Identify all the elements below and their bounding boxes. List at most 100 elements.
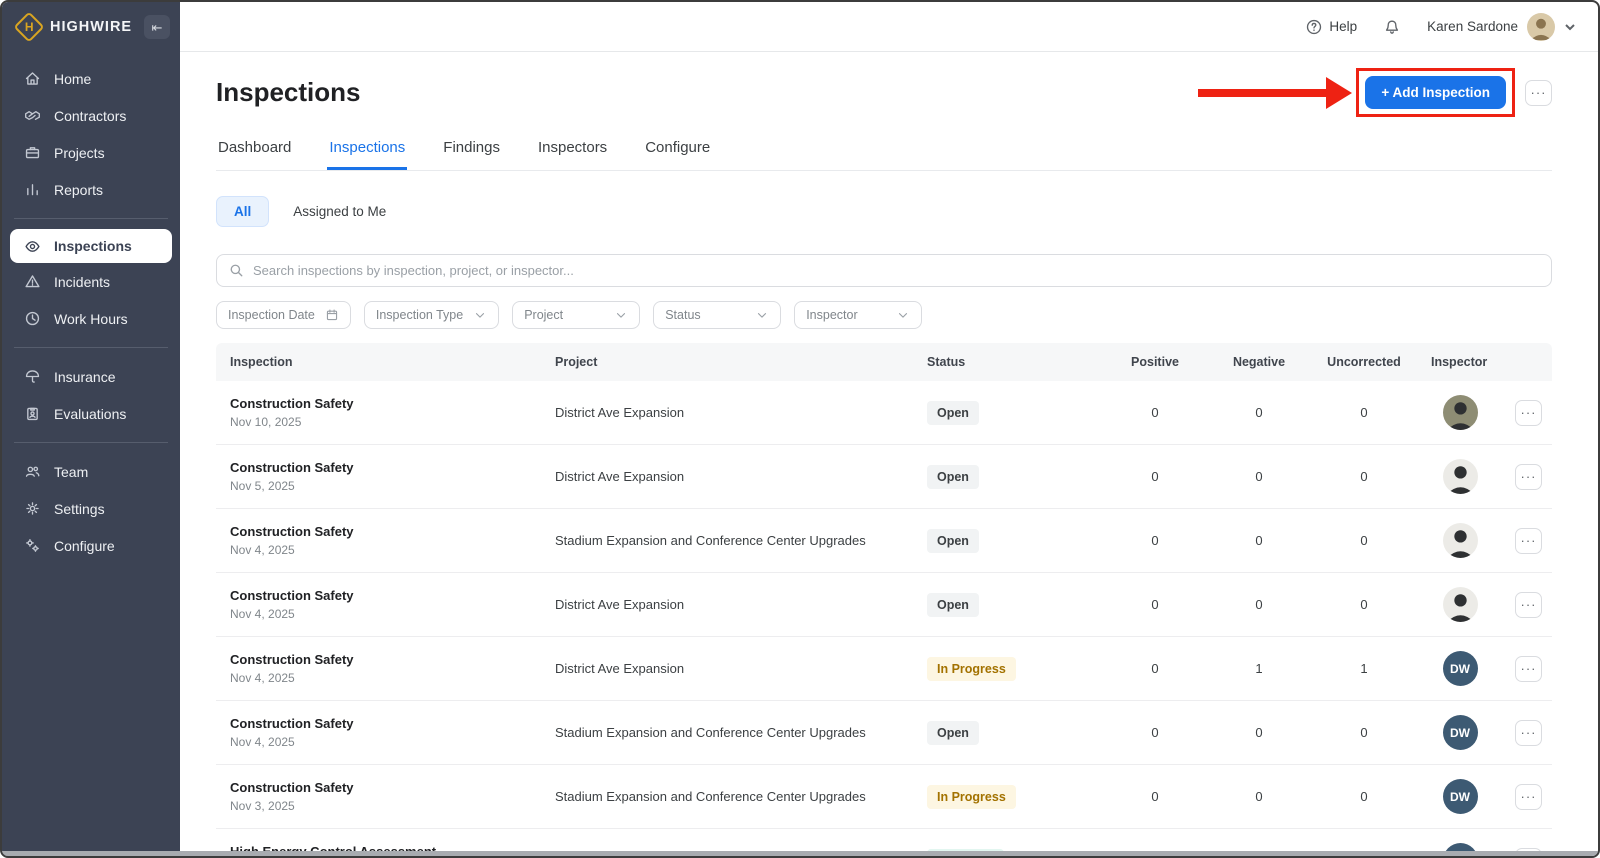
inspection-name[interactable]: Construction Safety	[230, 524, 541, 539]
negative-count: 0	[1207, 405, 1311, 420]
table-row[interactable]: Construction Safety Nov 10, 2025 Distric…	[216, 381, 1552, 445]
sidebar-item-incidents[interactable]: Incidents	[2, 263, 180, 300]
project-name: District Ave Expansion	[541, 597, 913, 612]
sidebar-item-label: Insurance	[54, 369, 115, 385]
page-more-button[interactable]: ···	[1525, 80, 1552, 106]
sidebar-item-team[interactable]: Team	[2, 453, 180, 490]
negative-count: 0	[1207, 725, 1311, 740]
uncorrected-count: 1	[1311, 853, 1417, 856]
positive-count: 0	[1103, 725, 1207, 740]
row-more-button[interactable]: ···	[1515, 592, 1542, 618]
filter-inspection-date[interactable]: Inspection Date	[216, 301, 351, 329]
inspections-table: Inspection Project Status Positive Negat…	[216, 343, 1552, 856]
tab-inspectors[interactable]: Inspectors	[536, 131, 609, 170]
inspection-name[interactable]: Construction Safety	[230, 460, 541, 475]
team-icon	[24, 463, 41, 480]
sidebar-item-insurance[interactable]: Insurance	[2, 358, 180, 395]
sidebar-item-contractors[interactable]: Contractors	[2, 97, 180, 134]
inspector-avatar	[1443, 459, 1478, 494]
help-link[interactable]: Help	[1305, 18, 1357, 36]
inspection-date: Nov 4, 2025	[230, 735, 541, 749]
sidebar-nav: Home Contractors Projects Reports Inspec…	[2, 52, 180, 564]
table-row[interactable]: High Energy Control Assessment Nov 3, 20…	[216, 829, 1552, 856]
sidebar-item-configure[interactable]: Configure	[2, 527, 180, 564]
filter-project[interactable]: Project	[512, 301, 640, 329]
user-menu[interactable]: Karen Sardone	[1427, 13, 1576, 41]
sidebar-item-home[interactable]: Home	[2, 60, 180, 97]
inspection-name[interactable]: Construction Safety	[230, 780, 541, 795]
handshake-icon	[24, 107, 41, 124]
status-badge: Open	[927, 529, 979, 553]
sidebar-item-label: Home	[54, 71, 91, 87]
row-more-button[interactable]: ···	[1515, 464, 1542, 490]
negative-count: 0	[1207, 469, 1311, 484]
page-content: Inspections + Add Inspection ··· Dashboa…	[180, 52, 1598, 856]
chevron-down-icon	[614, 308, 628, 322]
positive-count: 0	[1103, 789, 1207, 804]
uncorrected-count: 0	[1311, 597, 1417, 612]
table-row[interactable]: Construction Safety Nov 3, 2025 Stadium …	[216, 765, 1552, 829]
inspection-name[interactable]: Construction Safety	[230, 396, 541, 411]
col-inspector: Inspector	[1417, 355, 1503, 369]
tab-inspections[interactable]: Inspections	[327, 131, 407, 170]
sidebar-item-projects[interactable]: Projects	[2, 134, 180, 171]
tab-dashboard[interactable]: Dashboard	[216, 131, 293, 170]
filter-inspector[interactable]: Inspector	[794, 301, 922, 329]
umbrella-icon	[24, 368, 41, 385]
positive-count: 0	[1103, 469, 1207, 484]
row-more-button[interactable]: ···	[1515, 784, 1542, 810]
tab-findings[interactable]: Findings	[441, 131, 502, 170]
table-row[interactable]: Construction Safety Nov 5, 2025 District…	[216, 445, 1552, 509]
add-inspection-button[interactable]: + Add Inspection	[1365, 76, 1506, 109]
row-more-button[interactable]: ···	[1515, 528, 1542, 554]
sidebar-divider	[14, 218, 168, 219]
page-title: Inspections	[216, 77, 1198, 108]
filter-inspection-type[interactable]: Inspection Type	[364, 301, 499, 329]
row-more-button[interactable]: ···	[1515, 720, 1542, 746]
warning-triangle-icon	[24, 273, 41, 290]
row-more-button[interactable]: ···	[1515, 848, 1542, 857]
row-more-button[interactable]: ···	[1515, 400, 1542, 426]
chevron-down-icon	[1564, 21, 1576, 33]
search-input[interactable]	[253, 263, 1539, 278]
table-header: Inspection Project Status Positive Negat…	[216, 343, 1552, 381]
inspection-date: Nov 4, 2025	[230, 607, 541, 621]
annotation-arrow	[1198, 77, 1352, 109]
sidebar-collapse-button[interactable]: ⇤	[144, 15, 170, 39]
segment-assigned-to-me[interactable]: Assigned to Me	[293, 204, 386, 219]
positive-count: 0	[1103, 853, 1207, 856]
sidebar-item-reports[interactable]: Reports	[2, 171, 180, 208]
uncorrected-count: 1	[1311, 661, 1417, 676]
sidebar-item-settings[interactable]: Settings	[2, 490, 180, 527]
clock-icon	[24, 310, 41, 327]
row-more-button[interactable]: ···	[1515, 656, 1542, 682]
status-badge: Complete	[927, 849, 1004, 857]
project-name: Stadium Expansion and Conference Center …	[541, 725, 913, 740]
sidebar-item-evaluations[interactable]: Evaluations	[2, 395, 180, 432]
inspection-name[interactable]: Construction Safety	[230, 716, 541, 731]
person-silhouette-icon	[1443, 459, 1478, 494]
sidebar-item-inspections[interactable]: Inspections	[10, 229, 172, 263]
sidebar-item-label: Settings	[54, 501, 105, 517]
bell-icon	[1383, 18, 1401, 36]
gears-icon	[24, 537, 41, 554]
table-row[interactable]: Construction Safety Nov 4, 2025 District…	[216, 637, 1552, 701]
chevron-down-icon	[473, 308, 487, 322]
table-row[interactable]: Construction Safety Nov 4, 2025 Stadium …	[216, 509, 1552, 573]
gear-icon	[24, 500, 41, 517]
page-header: Inspections + Add Inspection ···	[216, 68, 1552, 117]
table-row[interactable]: Construction Safety Nov 4, 2025 Stadium …	[216, 701, 1552, 765]
sidebar-item-work-hours[interactable]: Work Hours	[2, 300, 180, 337]
col-positive: Positive	[1103, 355, 1207, 369]
app-window: H HIGHWIRE ⇤ Home Contractors Projects R…	[0, 0, 1600, 858]
filter-status[interactable]: Status	[653, 301, 781, 329]
filter-row: Inspection Date Inspection Type Project …	[216, 301, 1552, 329]
notifications-button[interactable]	[1383, 18, 1401, 36]
segment-all[interactable]: All	[216, 196, 269, 227]
tab-configure[interactable]: Configure	[643, 131, 712, 170]
inspection-name[interactable]: High Energy Control Assessment	[230, 844, 541, 856]
uncorrected-count: 0	[1311, 533, 1417, 548]
table-row[interactable]: Construction Safety Nov 4, 2025 District…	[216, 573, 1552, 637]
inspection-name[interactable]: Construction Safety	[230, 588, 541, 603]
inspection-name[interactable]: Construction Safety	[230, 652, 541, 667]
